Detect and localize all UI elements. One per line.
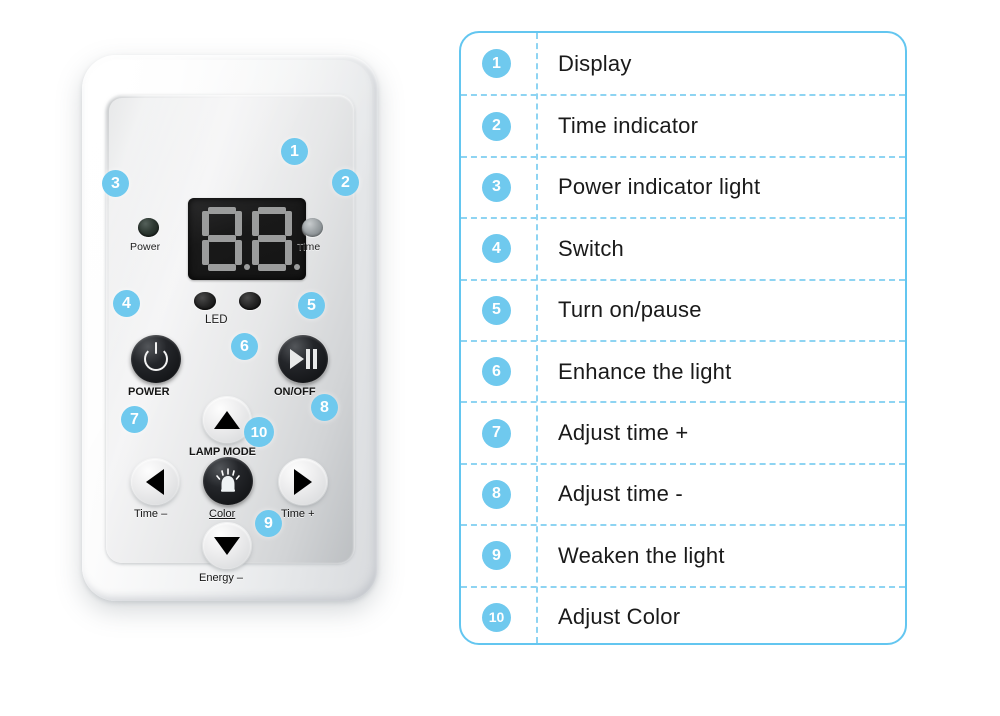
legend-label-10: Adjust Color bbox=[558, 604, 681, 630]
legend-row-8: 8 Adjust time - bbox=[461, 462, 905, 524]
legend-row-6: 6 Enhance the light bbox=[461, 339, 905, 401]
legend-row-4: 4 Switch bbox=[461, 217, 905, 278]
legend-row-5: 5 Turn on/pause bbox=[461, 278, 905, 340]
triangle-left-icon bbox=[146, 469, 164, 495]
legend-label-7: Adjust time + bbox=[558, 420, 689, 446]
play-pause-icon bbox=[289, 349, 317, 369]
callout-badge-8: 8 bbox=[311, 394, 338, 421]
triangle-down-icon bbox=[214, 537, 240, 555]
triangle-right-icon bbox=[294, 469, 312, 495]
legend-label-8: Adjust time - bbox=[558, 481, 683, 507]
color-button-label: Color bbox=[209, 508, 236, 520]
legend-badge-1: 1 bbox=[482, 49, 511, 79]
legend-label-9: Weaken the light bbox=[558, 542, 725, 568]
onoff-button-label: ON/OFF bbox=[274, 386, 316, 398]
callout-badge-1: 1 bbox=[281, 138, 308, 165]
legend-label-6: Enhance the light bbox=[558, 358, 732, 384]
energy-minus-button-label: Energy – bbox=[199, 572, 244, 584]
triangle-up-icon bbox=[214, 411, 240, 429]
legend-badge-6: 6 bbox=[482, 357, 511, 387]
legend-label-2: Time indicator bbox=[558, 113, 699, 139]
callout-badge-3: 3 bbox=[102, 170, 129, 197]
legend-label-5: Turn on/pause bbox=[558, 297, 702, 323]
legend-label-1: Display bbox=[558, 50, 632, 76]
led-emitter-right bbox=[239, 292, 261, 310]
callout-badge-10: 10 bbox=[244, 417, 274, 447]
legend-row-7: 7 Adjust time + bbox=[461, 401, 905, 462]
legend-badge-4: 4 bbox=[482, 234, 511, 264]
color-button[interactable] bbox=[203, 457, 253, 505]
onoff-button[interactable] bbox=[278, 335, 328, 383]
callout-badge-7: 7 bbox=[121, 406, 148, 433]
legend-row-3: 3 Power indicator light bbox=[461, 155, 905, 217]
time-plus-button-label: Time + bbox=[281, 508, 315, 520]
power-icon bbox=[144, 342, 168, 371]
seven-segment-display bbox=[188, 198, 306, 280]
legend-badge-7: 7 bbox=[482, 418, 511, 448]
legend-badge-10: 10 bbox=[482, 602, 511, 632]
legend-label-3: Power indicator light bbox=[558, 174, 761, 200]
decimal-point-icon bbox=[244, 264, 250, 270]
time-indicator-label: Time bbox=[297, 241, 321, 253]
callout-badge-5: 5 bbox=[298, 292, 325, 319]
display-digit-left bbox=[202, 207, 250, 271]
device-control-face: Power Time LED POWER ON/OFF LAMP MODE Ti… bbox=[106, 95, 354, 584]
device-illustration: Power Time LED POWER ON/OFF LAMP MODE Ti… bbox=[82, 55, 378, 601]
legend-badge-9: 9 bbox=[482, 541, 511, 571]
power-indicator-label: Power bbox=[130, 241, 161, 253]
lamp-mode-button-label: LAMP MODE bbox=[189, 446, 257, 458]
legend-badge-5: 5 bbox=[482, 295, 511, 325]
energy-minus-button[interactable] bbox=[203, 523, 251, 569]
power-button-label: POWER bbox=[128, 386, 170, 398]
time-minus-button-label: Time – bbox=[134, 508, 168, 520]
legend-row-10: 10 Adjust Color bbox=[461, 585, 905, 647]
display-digit-right bbox=[252, 207, 300, 271]
legend-row-1: 1 Display bbox=[461, 33, 905, 94]
power-button[interactable] bbox=[131, 335, 181, 383]
time-indicator-light bbox=[302, 218, 323, 237]
decimal-point-icon bbox=[294, 264, 300, 270]
led-emitter-left bbox=[194, 292, 216, 310]
callout-badge-6: 6 bbox=[231, 333, 258, 360]
legend-badge-3: 3 bbox=[482, 172, 511, 202]
legend-row-2: 2 Time indicator bbox=[461, 94, 905, 155]
callout-badge-9: 9 bbox=[255, 510, 282, 537]
legend-row-9: 9 Weaken the light bbox=[461, 524, 905, 585]
led-label: LED bbox=[205, 314, 228, 326]
legend-panel: 1 Display 2 Time indicator 3 Power indic… bbox=[459, 31, 907, 645]
legend-label-4: Switch bbox=[558, 235, 624, 261]
callout-badge-4: 4 bbox=[113, 290, 140, 317]
time-plus-button[interactable] bbox=[279, 459, 327, 505]
power-indicator-light bbox=[138, 218, 159, 237]
legend-badge-8: 8 bbox=[482, 479, 511, 509]
legend-badge-2: 2 bbox=[482, 111, 511, 141]
time-minus-button[interactable] bbox=[131, 459, 179, 505]
lamp-icon bbox=[216, 468, 240, 492]
callout-badge-2: 2 bbox=[332, 169, 359, 196]
